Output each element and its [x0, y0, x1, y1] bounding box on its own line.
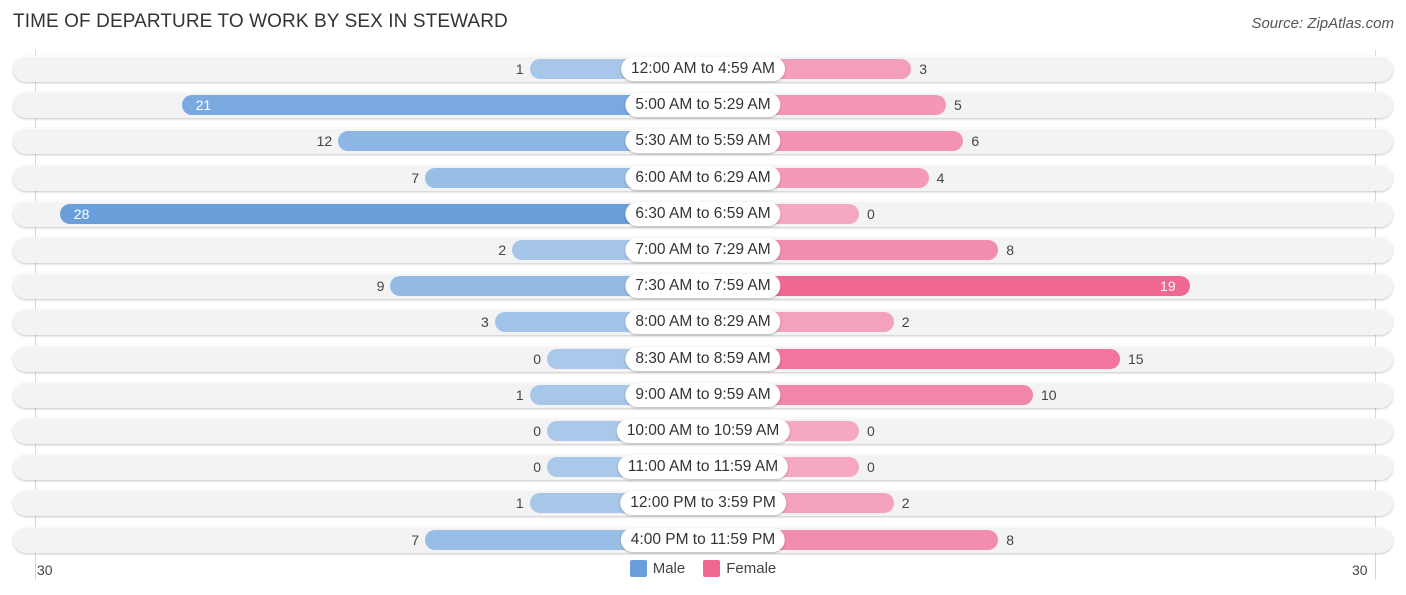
value-label-male: 3 [481, 314, 489, 331]
value-label-male: 0 [533, 350, 541, 367]
category-label: 7:00 AM to 7:29 AM [625, 238, 781, 262]
value-label-female: 4 [936, 169, 945, 186]
value-label-male: 1 [515, 61, 524, 77]
value-label-female: 5 [954, 97, 962, 114]
legend: Male Female [0, 560, 1406, 577]
legend-item-female: Female [703, 560, 776, 577]
value-label-female: 0 [867, 205, 875, 222]
value-label-female: 2 [901, 495, 910, 512]
category-label: 6:30 AM to 6:59 AM [625, 201, 781, 226]
value-label-male: 9 [376, 278, 385, 295]
category-label: 8:00 AM to 8:29 AM [625, 310, 781, 335]
legend-swatch-male [629, 560, 647, 577]
value-label-male: 1 [515, 386, 524, 403]
value-label-female: 0 [867, 423, 875, 439]
legend-label-female: Female [726, 560, 777, 577]
legend-label-male: Male [652, 560, 686, 577]
category-label: 12:00 AM to 4:59 AM [621, 57, 785, 81]
value-label-male: 7 [411, 169, 420, 186]
category-label: 7:30 AM to 7:59 AM [625, 274, 781, 299]
value-label-female: 6 [971, 133, 980, 150]
category-label: 11:00 AM to 11:59 AM [617, 455, 789, 480]
value-label-female: 10 [1041, 386, 1057, 403]
value-label-male: 0 [533, 423, 541, 439]
category-label: 5:00 AM to 5:29 AM [625, 93, 781, 118]
chart-title: TIME OF DEPARTURE TO WORK BY SEX IN STEW… [13, 11, 508, 32]
category-label: 5:30 AM to 5:59 AM [625, 129, 781, 154]
value-label-female: 3 [919, 61, 927, 77]
category-label: 4:00 PM to 11:59 PM [620, 527, 786, 552]
value-label-female: 2 [901, 314, 910, 331]
value-label-male: 21 [195, 97, 212, 114]
category-label: 12:00 PM to 3:59 PM [620, 491, 786, 516]
bar-male [59, 203, 703, 224]
value-label-male: 28 [73, 205, 90, 222]
value-label-male: 0 [533, 459, 541, 476]
legend-swatch-female [703, 560, 721, 577]
category-label: 10:00 AM to 10:59 AM [616, 419, 790, 443]
value-label-female: 8 [1006, 242, 1014, 258]
value-label-female: 19 [1160, 278, 1176, 295]
value-label-female: 15 [1128, 350, 1144, 367]
legend-item-male: Male [629, 560, 686, 577]
value-label-female: 0 [867, 459, 875, 476]
value-label-female: 8 [1006, 531, 1014, 548]
category-label: 9:00 AM to 9:59 AM [625, 382, 781, 407]
source-label: Source: ZipAtlas.com [1251, 15, 1394, 32]
value-label-male: 1 [515, 495, 524, 512]
category-label: 6:00 AM to 6:29 AM [625, 165, 781, 190]
category-label: 8:30 AM to 8:59 AM [625, 346, 781, 371]
value-label-male: 2 [498, 242, 507, 258]
value-label-male: 12 [316, 133, 333, 150]
value-label-male: 7 [411, 531, 420, 548]
